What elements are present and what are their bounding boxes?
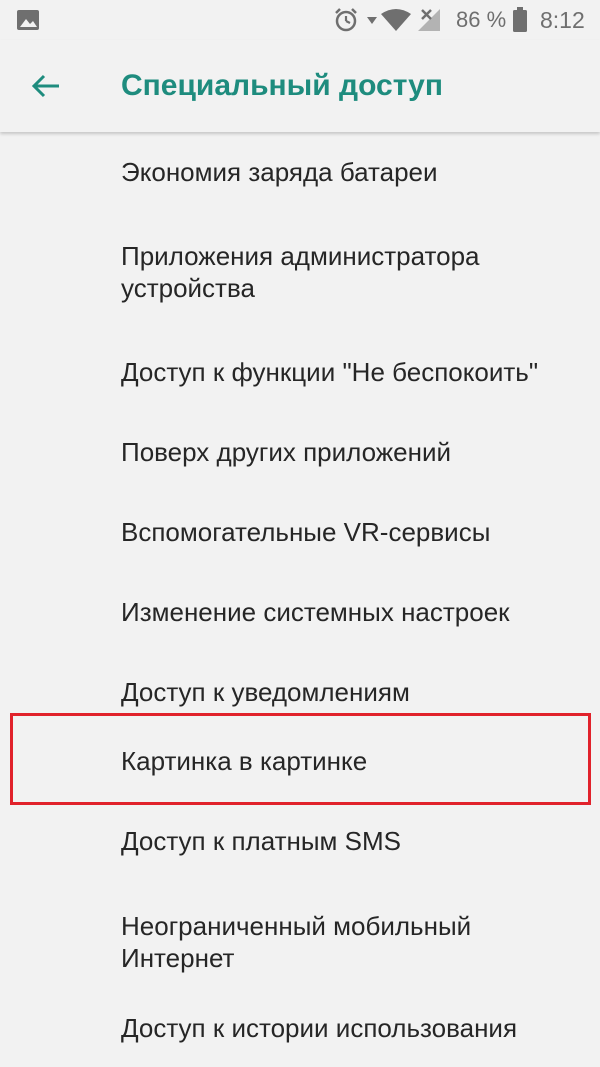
wifi-icon <box>380 0 412 40</box>
list-item-label: Картинка в картинке <box>121 746 368 776</box>
list-item-label: Экономия заряда батареи <box>121 157 438 187</box>
toolbar: Специальный доступ <box>0 40 600 132</box>
list-item-picture-in-picture[interactable]: Картинка в картинке <box>0 720 600 802</box>
list-item-modify-system-settings[interactable]: Изменение системных настроек <box>0 572 600 652</box>
battery-icon <box>512 0 528 40</box>
arrow-left-icon <box>31 74 59 98</box>
list-item-label: Неограниченный мобильный Интернет <box>121 911 472 973</box>
list-item-label: Доступ к уведомлениям <box>121 677 410 707</box>
list-item-draw-over-apps[interactable]: Поверх других приложений <box>0 412 600 492</box>
list-item-vr-services[interactable]: Вспомогательные VR-сервисы <box>0 492 600 572</box>
list-item-label: Вспомогательные VR-сервисы <box>121 517 491 547</box>
clock-text: 8:12 <box>540 6 585 33</box>
list-item-label: Доступ к истории использования <box>121 1013 518 1043</box>
page-title: Специальный доступ <box>121 69 443 102</box>
signal-arrow-icon <box>366 0 378 40</box>
list-item-label: Доступ к функции "Не беспокоить" <box>121 357 539 387</box>
list-item-premium-sms[interactable]: Доступ к платным SMS <box>0 800 600 882</box>
no-signal-icon <box>416 0 444 40</box>
battery-percent: 86 % <box>456 0 506 40</box>
clock: 8:12 <box>540 0 585 40</box>
list-item-do-not-disturb[interactable]: Доступ к функции "Не беспокоить" <box>0 332 600 412</box>
list-item-battery-saver[interactable]: Экономия заряда батареи <box>0 132 600 212</box>
list-item-label: Приложения администратора устройства <box>121 241 480 303</box>
alarm-icon <box>333 0 359 40</box>
battery-percent-text: 86 % <box>456 7 507 32</box>
back-button[interactable] <box>18 62 74 110</box>
status-bar: 86 % 8:12 <box>0 0 600 40</box>
list-item-unrestricted-data[interactable]: Неограниченный мобильный Интернет <box>0 882 600 1002</box>
list-item-label: Доступ к платным SMS <box>121 826 401 856</box>
list-item-label: Изменение системных настроек <box>121 597 510 627</box>
list-item-label: Поверх других приложений <box>121 437 452 467</box>
list-item-usage-access[interactable]: Доступ к истории использования <box>0 1002 600 1055</box>
image-icon <box>16 0 40 40</box>
list-item-device-admin[interactable]: Приложения администратора устройства <box>0 212 600 332</box>
